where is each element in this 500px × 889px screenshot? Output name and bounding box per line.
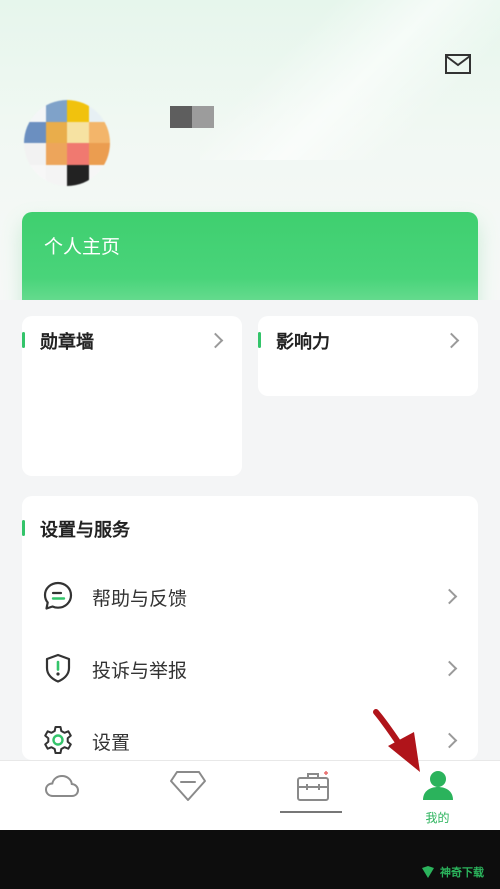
tab-briefcase[interactable] <box>250 761 375 831</box>
section-accent-bar <box>258 332 261 348</box>
home-indicator <box>280 811 342 813</box>
chevron-right-icon <box>207 332 224 349</box>
diamond-icon <box>170 771 206 801</box>
badge-wall-card[interactable]: 勋章墙 <box>22 316 242 476</box>
shield-icon <box>45 653 71 683</box>
chevron-right-icon <box>441 660 458 677</box>
chevron-right-icon <box>441 588 458 605</box>
tab-me-label: 我的 <box>425 811 450 825</box>
chevron-right-icon <box>443 332 460 349</box>
chat-icon <box>43 581 73 610</box>
watermark-text: 神奇下载 <box>440 866 484 879</box>
cloud-icon <box>44 774 80 797</box>
avatar[interactable] <box>24 100 110 186</box>
influence-title: 影响力 <box>276 332 330 353</box>
gear-icon <box>44 726 72 754</box>
tab-cloud[interactable] <box>0 761 125 831</box>
watermark-logo-icon <box>422 866 434 878</box>
mail-icon[interactable] <box>444 52 472 76</box>
watermark: 神奇下载 <box>420 864 484 880</box>
influence-card[interactable]: 影响力 <box>258 316 478 396</box>
personal-homepage-label: 个人主页 <box>44 236 121 258</box>
username-placeholder <box>170 106 214 128</box>
help-feedback-label: 帮助与反馈 <box>92 588 188 610</box>
settings-label: 设置 <box>92 732 131 754</box>
briefcase-icon <box>297 771 329 801</box>
section-accent-bar <box>22 332 25 348</box>
settings-services-title: 设置与服务 <box>40 520 130 541</box>
help-feedback-item[interactable]: 帮助与反馈 <box>22 566 478 626</box>
badge-wall-title: 勋章墙 <box>40 332 94 353</box>
report-complaint-item[interactable]: 投诉与举报 <box>22 638 478 698</box>
chevron-right-icon <box>441 732 458 749</box>
section-accent-bar <box>22 520 25 536</box>
tab-diamond[interactable] <box>125 761 250 831</box>
red-arrow-annotation <box>373 709 420 772</box>
bottom-bar-overlay <box>0 830 500 889</box>
report-complaint-label: 投诉与举报 <box>92 660 188 682</box>
